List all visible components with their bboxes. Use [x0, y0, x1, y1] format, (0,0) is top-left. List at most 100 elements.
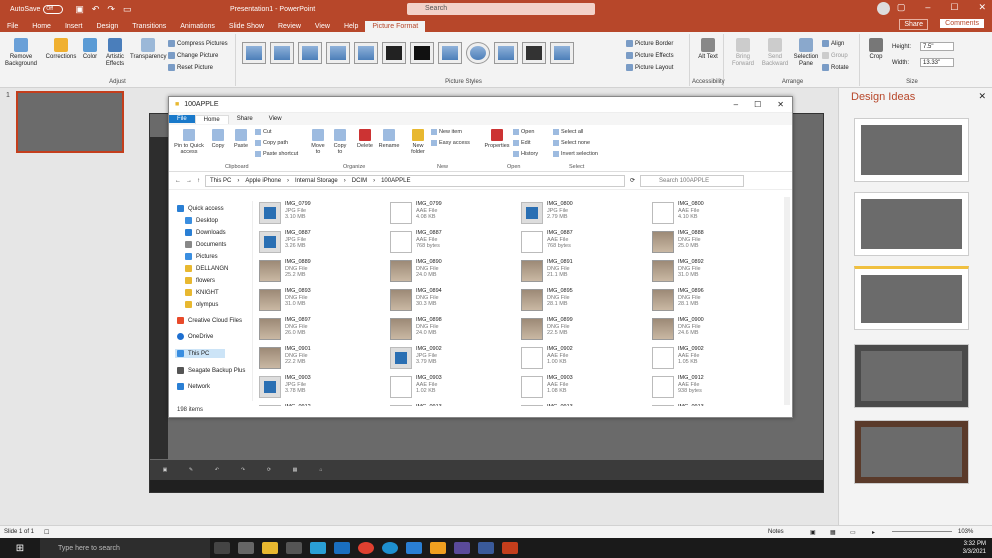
file-item[interactable]: IMG_0799 AAE File 4.08 KB: [390, 201, 520, 229]
nav-item-knight[interactable]: KNIGHT: [185, 289, 219, 296]
explorer-tab-file[interactable]: File: [169, 115, 195, 123]
slide-sorter-icon[interactable]: ▦: [830, 529, 836, 536]
task-view-icon[interactable]: [214, 542, 230, 554]
open-button[interactable]: Open: [513, 129, 534, 135]
copy-to-button[interactable]: Copy to: [331, 129, 349, 155]
properties-button[interactable]: Properties: [483, 129, 511, 149]
file-item[interactable]: IMG_0902 AAE File 1.00 KB: [521, 346, 651, 374]
corrections-button[interactable]: Corrections: [44, 38, 78, 61]
picture-style-2[interactable]: [270, 42, 294, 64]
artistic-effects-button[interactable]: Artistic Effects: [102, 38, 128, 68]
file-item[interactable]: IMG_0894 DNG File 30.3 MB: [390, 288, 520, 316]
tab-picture-format[interactable]: Picture Format: [365, 21, 426, 32]
rotate-button[interactable]: Rotate: [822, 64, 849, 71]
explorer-close-icon[interactable]: ✕: [777, 100, 784, 109]
design-idea[interactable]: [854, 344, 969, 408]
reading-view-icon[interactable]: ▭: [850, 529, 856, 536]
tab-slide-show[interactable]: Slide Show: [222, 23, 271, 32]
nav-item-quick-access[interactable]: Quick access: [177, 205, 224, 212]
align-button[interactable]: Align: [822, 40, 844, 47]
file-item[interactable]: IMG_0892 DNG File 31.0 MB: [652, 259, 782, 287]
history-button[interactable]: History: [513, 151, 538, 157]
file-item[interactable]: IMG_0902 AAE File 1.05 KB: [652, 346, 782, 374]
tab-transitions[interactable]: Transitions: [125, 23, 173, 32]
windows-start-icon[interactable]: ⊞: [0, 543, 40, 554]
copy-button[interactable]: Copy: [209, 129, 227, 149]
remove-background-button[interactable]: Remove Background: [4, 38, 38, 68]
file-item[interactable]: IMG_0890 DNG File 24.0 MB: [390, 259, 520, 287]
file-explorer-icon[interactable]: [262, 542, 278, 554]
picture-style-5[interactable]: [354, 42, 378, 64]
edge-icon[interactable]: [382, 542, 398, 554]
mail-icon[interactable]: [334, 542, 350, 554]
nav-item-seagate[interactable]: Seagate Backup Plus: [177, 367, 245, 374]
explorer-tab-share[interactable]: Share: [229, 115, 261, 123]
pin-quick-access-button[interactable]: Pin to Quick access: [173, 129, 205, 155]
app-icon[interactable]: [406, 542, 422, 554]
picture-style-8[interactable]: [438, 42, 462, 64]
file-item[interactable]: IMG_0913: [521, 404, 651, 406]
file-item[interactable]: IMG_0901 DNG File 22.2 MB: [259, 346, 389, 374]
breadcrumb-item[interactable]: 100APPLE: [381, 178, 410, 184]
share-button[interactable]: Share: [899, 19, 928, 30]
send-backward-button[interactable]: Send Backward: [760, 38, 790, 68]
vertical-scrollbar[interactable]: [784, 197, 790, 405]
picture-style-11[interactable]: [522, 42, 546, 64]
explorer-minimize-icon[interactable]: –: [734, 100, 738, 109]
width-field[interactable]: 13.33": [920, 58, 954, 67]
nav-item-flowers[interactable]: flowers: [185, 277, 215, 284]
app-icon[interactable]: [478, 542, 494, 554]
tab-design[interactable]: Design: [89, 23, 125, 32]
comments-button[interactable]: Comments: [940, 19, 984, 28]
picture-style-1[interactable]: [242, 42, 266, 64]
rename-button[interactable]: Rename: [377, 129, 401, 149]
file-item[interactable]: IMG_0903 JPG File 3.78 MB: [259, 375, 389, 403]
store-icon[interactable]: [286, 542, 302, 554]
file-item[interactable]: IMG_0899 DNG File 22.5 MB: [521, 317, 651, 345]
nav-item-pictures[interactable]: Pictures: [185, 253, 218, 260]
file-item[interactable]: IMG_0898 DNG File 24.0 MB: [390, 317, 520, 345]
autosave-toggle[interactable]: Off: [43, 4, 64, 14]
tab-insert[interactable]: Insert: [58, 23, 90, 32]
file-item[interactable]: IMG_0903 AAE File 1.02 KB: [390, 375, 520, 403]
chrome-icon[interactable]: [358, 542, 374, 554]
nav-item-olympus[interactable]: olympus: [185, 301, 218, 308]
design-idea[interactable]: [854, 266, 969, 330]
ribbon-display-icon[interactable]: ▢: [897, 2, 906, 13]
nav-item-network[interactable]: Network: [177, 383, 210, 390]
breadcrumb[interactable]: This PC › Apple iPhone › Internal Storage ›…: [205, 174, 625, 187]
group-button[interactable]: Group: [822, 52, 848, 59]
file-item[interactable]: IMG_0893 DNG File 31.0 MB: [259, 288, 389, 316]
system-clock[interactable]: 3:32 PM 3/3/2021: [963, 540, 986, 556]
minimize-icon[interactable]: –: [925, 2, 930, 13]
tab-review[interactable]: Review: [271, 23, 308, 32]
picture-style-12[interactable]: [550, 42, 574, 64]
transparency-button[interactable]: Transparency: [130, 38, 166, 61]
tab-animations[interactable]: Animations: [173, 23, 222, 32]
file-item[interactable]: IMG_0912: [259, 404, 389, 406]
normal-view-icon[interactable]: ▣: [810, 529, 816, 536]
breadcrumb-item[interactable]: DCIM: [352, 178, 367, 184]
color-button[interactable]: Color: [80, 38, 100, 61]
file-item[interactable]: IMG_0800 JPG File 2.79 MB: [521, 201, 651, 229]
picture-style-7[interactable]: [410, 42, 434, 64]
nav-item-downloads[interactable]: Downloads: [185, 229, 226, 236]
zoom-slider[interactable]: [892, 531, 952, 532]
height-field[interactable]: 7.5": [920, 42, 954, 51]
select-none-button[interactable]: Select none: [553, 140, 590, 146]
file-item[interactable]: IMG_0887 AAE File 768 bytes: [390, 230, 520, 258]
picture-style-9[interactable]: [466, 42, 490, 64]
paste-button[interactable]: Paste: [231, 129, 251, 149]
maximize-icon[interactable]: ☐: [950, 2, 958, 13]
file-item[interactable]: IMG_0887 JPG File 3.26 MB: [259, 230, 389, 258]
file-item[interactable]: IMG_0900 DNG File 24.6 MB: [652, 317, 782, 345]
delete-button[interactable]: Delete: [355, 129, 375, 149]
file-item[interactable]: IMG_0913: [652, 404, 782, 406]
save-icon[interactable]: ▣: [75, 4, 84, 15]
explorer-tab-view[interactable]: View: [261, 115, 290, 123]
zoom-level[interactable]: 103%: [958, 529, 973, 535]
picture-style-10[interactable]: [494, 42, 518, 64]
search-box[interactable]: Search: [407, 3, 595, 15]
picture-style-3[interactable]: [298, 42, 322, 64]
nav-item-desktop[interactable]: Desktop: [185, 217, 218, 224]
